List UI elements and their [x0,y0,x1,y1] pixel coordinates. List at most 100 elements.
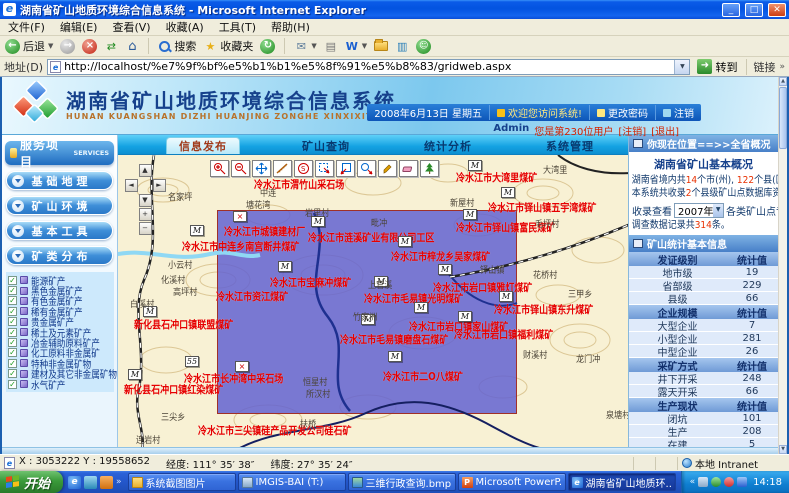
close-button[interactable]: ✕ [768,3,786,17]
map-marker[interactable]: M [278,261,292,272]
forward-button[interactable]: → [60,39,75,54]
eraser-tool[interactable] [399,160,418,177]
discuss-button[interactable]: ▥ [395,40,409,53]
zoom-minus-button[interactable]: − [139,222,152,235]
tab-信息发布[interactable]: 信息发布 [166,137,240,154]
checkbox-checked-icon[interactable]: ✓ [8,296,17,305]
sidebar-section-矿山环境[interactable]: 矿山环境 [6,196,113,215]
map-marker[interactable]: × [233,211,247,222]
checkbox-checked-icon[interactable]: ✓ [8,307,17,316]
map-marker[interactable]: M [190,225,204,236]
checkbox-checked-icon[interactable]: ✓ [8,328,17,337]
stop-button[interactable]: × [82,39,97,54]
pan-down-button[interactable]: ▼ [139,194,152,207]
full-extent-tool[interactable]: S [294,160,313,177]
checkbox-checked-icon[interactable]: ✓ [8,359,17,368]
edit-dropdown-icon[interactable]: ▼ [362,42,367,50]
map-marker[interactable]: M [438,264,452,275]
tray-device-icon[interactable] [698,477,708,487]
links-label[interactable]: 链接 [753,59,775,75]
signout-link[interactable]: [注销] [618,123,646,138]
checkbox-checked-icon[interactable]: ✓ [8,317,17,326]
tab-系统管理[interactable]: 系统管理 [534,137,606,154]
map-marker[interactable]: 55 [185,356,199,367]
identify-tool[interactable] [357,160,376,177]
select-dropdown-icon[interactable]: ▼ [713,204,723,217]
task-button[interactable]: IMGIS-BAI (T:) [238,473,346,491]
page-scrollbar[interactable]: ▲ ▼ [778,77,787,454]
map-marker[interactable]: M [501,187,515,198]
scroll-down-icon[interactable]: ▼ [779,445,787,454]
exit-link[interactable]: [退出] [651,123,679,138]
map-marker[interactable]: M [388,351,402,362]
quick-media-icon[interactable] [100,476,113,489]
checkbox-checked-icon[interactable]: ✓ [8,276,17,285]
scroll-up-icon[interactable]: ▲ [779,77,787,86]
sidebar-section-基础地理[interactable]: 基础地理 [6,171,113,190]
map-viewport[interactable]: S ▲ ◄ ► ▼ [118,155,628,447]
menu-item[interactable]: 收藏(A) [166,19,204,35]
logout-link[interactable]: 注销 [655,105,701,120]
task-button[interactable]: 三维行政查询.bmp [348,473,456,491]
favorites-button[interactable]: ★ 收藏夹 [203,38,253,54]
tray-shield-icon[interactable] [711,477,721,487]
legend-tree-tool[interactable] [420,160,439,177]
map-marker[interactable]: M [398,236,412,247]
back-dropdown-icon[interactable]: ▼ [48,42,53,50]
refresh-button[interactable]: ⇄ [104,40,118,53]
task-button[interactable]: e湖南省矿山地质环... [568,473,676,491]
sidebar-section-矿类分布[interactable]: 矿类分布 [6,246,113,265]
zoom-out-tool[interactable] [231,160,250,177]
scroll-thumb[interactable] [779,87,787,149]
tray-antivirus-icon[interactable] [724,477,734,487]
menu-item[interactable]: 编辑(E) [60,19,98,35]
menu-item[interactable]: 工具(T) [219,19,256,35]
task-button[interactable]: PMicrosoft PowerP... [458,473,566,491]
go-button[interactable]: ➜ 转到 [694,59,740,75]
checkbox-checked-icon[interactable]: ✓ [8,348,17,357]
back-button[interactable]: ← 后退 ▼ [5,38,53,54]
pan-right-button[interactable]: ► [153,179,166,192]
checkbox-checked-icon[interactable]: ✓ [8,369,17,378]
minimize-button[interactable]: _ [722,3,740,17]
map-marker[interactable]: M [463,209,477,220]
tray-chevron-icon[interactable]: « [690,477,696,487]
maximize-button[interactable]: □ [745,3,763,17]
map-marker[interactable]: M [458,311,472,322]
links-chevron-icon[interactable]: » [779,62,785,72]
edit-button[interactable]: W ▼ [345,40,367,53]
checkbox-checked-icon[interactable]: ✓ [8,286,17,295]
home-button[interactable]: ⌂ [125,40,139,53]
map-marker[interactable]: × [235,361,249,372]
quick-launch-chevron-icon[interactable]: » [116,477,122,487]
search-button[interactable]: 搜索 [158,38,196,54]
checkbox-checked-icon[interactable]: ✓ [8,380,17,389]
task-button[interactable]: 系统截图图片 [128,473,236,491]
year-select[interactable]: 2007年 ▼ [674,203,724,218]
pan-up-button[interactable]: ▲ [139,164,152,177]
zoom-plus-button[interactable]: + [139,208,152,221]
menu-item[interactable]: 查看(V) [112,19,150,35]
history-button[interactable]: ↻ [260,39,275,54]
clear-selection-tool[interactable] [336,160,355,177]
measure-tool[interactable] [273,160,292,177]
quick-ie-icon[interactable]: e [68,476,81,489]
menu-item[interactable]: 帮助(H) [271,19,310,35]
folders-button[interactable] [374,41,388,51]
select-rect-tool[interactable] [315,160,334,177]
pan-left-button[interactable]: ◄ [125,179,138,192]
tray-network-icon[interactable] [737,477,747,487]
map-marker[interactable]: M [414,302,428,313]
redline-tool[interactable] [378,160,397,177]
start-button[interactable]: 开始 [0,471,63,493]
mail-button[interactable]: ✉ ▼ [294,40,316,53]
pan-tool[interactable] [252,160,271,177]
print-button[interactable]: ▤ [324,40,338,53]
address-dropdown-icon[interactable]: ▼ [674,60,689,74]
sidebar-section-基本工具[interactable]: 基本工具 [6,221,113,240]
map-marker[interactable]: M [499,291,513,302]
address-input[interactable]: e http://localhost/%e7%9f%bf%e5%b1%b1%e5… [47,59,690,75]
messenger-button[interactable]: ☺ [416,39,431,54]
tab-矿山查询[interactable]: 矿山查询 [290,137,362,154]
menu-item[interactable]: 文件(F) [8,19,45,35]
